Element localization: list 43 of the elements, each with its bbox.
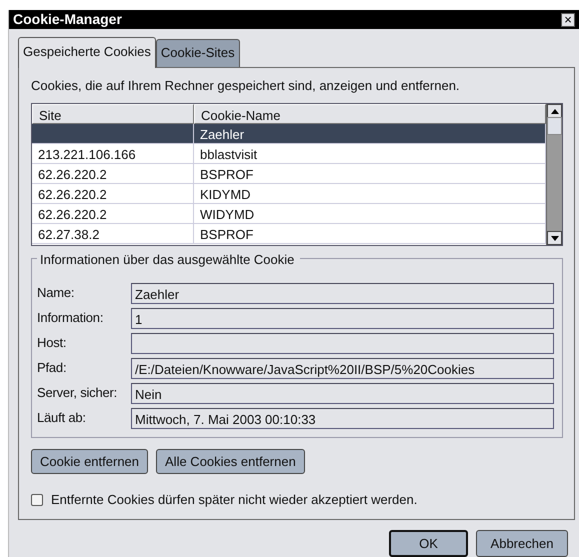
tab[interactable]: Cookie-Sites <box>156 39 240 66</box>
table-cell[interactable]: KIDYMD <box>194 184 546 204</box>
table-cell[interactable]: 62.27.38.2 <box>32 224 194 244</box>
scroll-up-button[interactable] <box>547 104 562 118</box>
scroll-down-button[interactable] <box>547 231 562 245</box>
field-label: Information: <box>37 309 104 328</box>
down-arrow-icon <box>550 236 558 240</box>
close-button[interactable]: × <box>561 12 575 26</box>
value-field[interactable]: Nein <box>131 382 554 404</box>
value-field[interactable]: /E:/Dateien/Knowware/JavaScript%20II/BSP/5%20Cookies <box>131 358 554 378</box>
table-cell[interactable]: BSPROF <box>194 164 546 184</box>
dialog-button[interactable]: Abbrechen <box>476 530 568 557</box>
value-field[interactable] <box>131 332 554 354</box>
table-cell[interactable]: bblastvisit <box>194 144 546 164</box>
table-cell[interactable]: BSPROF <box>194 224 546 244</box>
scroll-thumb[interactable] <box>547 117 562 135</box>
table-cell[interactable]: Zaehler <box>194 124 546 144</box>
field-label: Pfad: <box>37 359 68 378</box>
scrollbar[interactable] <box>546 104 562 245</box>
table-cell[interactable] <box>32 124 194 144</box>
dialog-button[interactable]: OK <box>389 530 468 557</box>
description-text: Cookies, die auf Ihrem Rechner gespeichert sind, anzeigen und entfernen. <box>31 76 461 95</box>
action-button[interactable]: Alle Cookies entfernen <box>156 448 305 474</box>
tab[interactable]: Gespeicherte Cookies <box>18 37 156 68</box>
table-cell[interactable]: 62.26.220.2 <box>32 204 194 224</box>
field-label: Host: <box>37 334 68 352</box>
checkbox-label[interactable]: Entfernte Cookies dürfen später nicht wieder akzeptiert werden. <box>51 490 418 510</box>
table-cell[interactable]: 62.26.220.2 <box>32 184 194 204</box>
table-cell[interactable]: 213.221.106.166 <box>32 144 194 164</box>
value-field[interactable]: Zaehler <box>131 282 554 304</box>
table-cell[interactable]: WIDYMD <box>194 204 546 224</box>
checkbox[interactable] <box>31 494 43 506</box>
up-arrow-icon <box>550 108 558 114</box>
table-cell[interactable]: 62.26.220.2 <box>32 164 194 184</box>
field-label: Name: <box>37 284 76 302</box>
window-title: Cookie-Manager <box>13 10 122 29</box>
field-label: Läuft ab: <box>37 409 87 428</box>
column-header[interactable]: Cookie-Name <box>194 104 546 124</box>
field-label: Server, sicher: <box>37 384 118 402</box>
value-field[interactable]: 1 <box>131 308 554 328</box>
column-header[interactable]: Site <box>32 104 194 124</box>
value-field[interactable]: Mittwoch, 7. Mai 2003 00:10:33 <box>131 408 554 428</box>
action-button[interactable]: Cookie entfernen <box>31 448 148 474</box>
